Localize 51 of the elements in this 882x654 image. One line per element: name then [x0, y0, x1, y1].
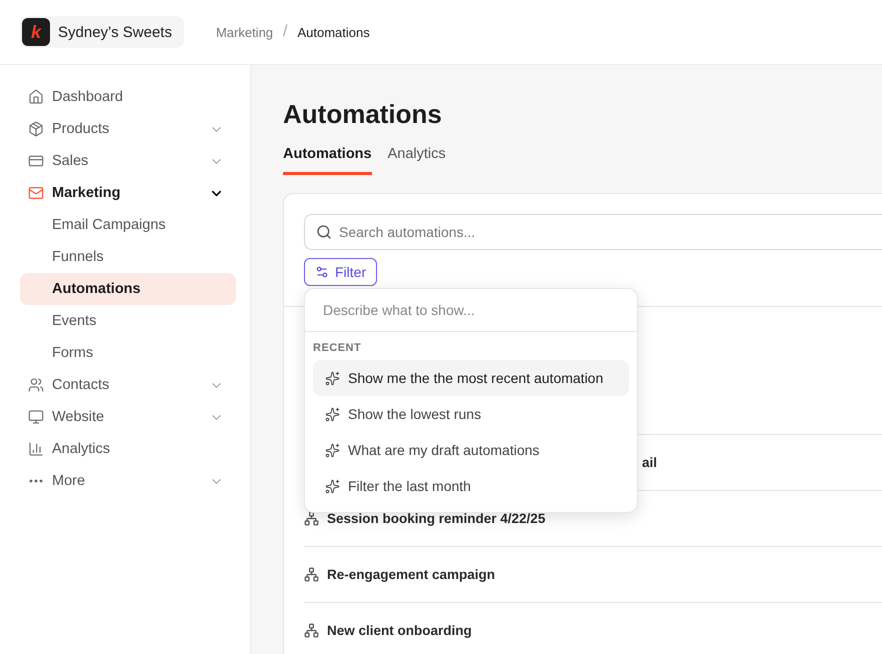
automation-name[interactable]: ail	[642, 455, 658, 470]
breadcrumb-link[interactable]: Marketing	[216, 24, 274, 40]
sparkles-icon	[325, 406, 340, 422]
sidebar-subitem[interactable]: Email Campaigns	[20, 209, 236, 241]
menu-item[interactable]: Filter the last month	[313, 468, 629, 504]
page-title: Automations	[283, 99, 443, 130]
sparkles-icon	[325, 442, 340, 458]
envelope-icon	[28, 185, 44, 201]
sidebar-item[interactable]: Marketing	[20, 177, 236, 209]
automation-name[interactable]: New client onboarding	[327, 623, 472, 638]
automation-name[interactable]: Re-engagement campaign	[327, 567, 496, 582]
menu-item[interactable]: Show the lowest runs	[313, 396, 629, 432]
section-heading: RECENT	[312, 341, 362, 356]
search-field[interactable]: Search automations...	[304, 214, 882, 250]
sliders-icon	[315, 265, 329, 279]
monitor-icon	[28, 409, 44, 425]
breadcrumb-separator: /	[283, 23, 288, 41]
menu-item[interactable]: Show me the the most recent automation	[313, 360, 629, 396]
sparkles-icon	[325, 370, 340, 386]
tab[interactable]: Automations	[283, 140, 372, 175]
sidebar-item[interactable]: Analytics	[20, 433, 236, 465]
sidebar-item[interactable]: Products	[20, 113, 236, 145]
tab[interactable]: Analytics	[388, 140, 446, 175]
sidebar-subitem[interactable]: Forms	[20, 337, 236, 369]
bar-chart-icon	[28, 441, 44, 457]
hierarchy-icon	[304, 623, 319, 638]
describe-input-field[interactable]: Describe what to show...	[305, 289, 637, 332]
dots-icon	[29, 479, 43, 483]
sidebar-subitem[interactable]: Funnels	[20, 241, 236, 273]
automation-name[interactable]: Session booking reminder 4/22/25	[327, 511, 546, 526]
sidebar-subitem[interactable]: Automations	[20, 273, 236, 305]
users-icon	[28, 377, 44, 393]
sidebar-item[interactable]: Sales	[20, 145, 236, 177]
hierarchy-icon	[304, 567, 319, 582]
house-icon	[28, 89, 44, 105]
sparkles-icon	[325, 478, 340, 494]
menu-item[interactable]: What are my draft automations	[313, 432, 629, 468]
sidebar-item[interactable]: Website	[20, 401, 236, 433]
sidebar-item[interactable]: Contacts	[20, 369, 236, 401]
card-icon	[28, 153, 44, 169]
search-icon	[316, 224, 332, 240]
logo: k	[22, 18, 50, 46]
sidebar-item[interactable]: Dashboard	[20, 81, 236, 113]
sidebar-item[interactable]: More	[20, 465, 236, 497]
workspace-name: Sydney’s Sweets	[58, 24, 172, 40]
sidebar-subitem[interactable]: Events	[20, 305, 236, 337]
cube-icon	[28, 121, 44, 137]
filter-button[interactable]: Filter	[304, 258, 378, 286]
breadcrumb-current: Automations	[297, 24, 370, 40]
workspace-switcher[interactable]: k Sydney’s Sweets	[20, 16, 184, 48]
hierarchy-icon	[304, 511, 319, 526]
